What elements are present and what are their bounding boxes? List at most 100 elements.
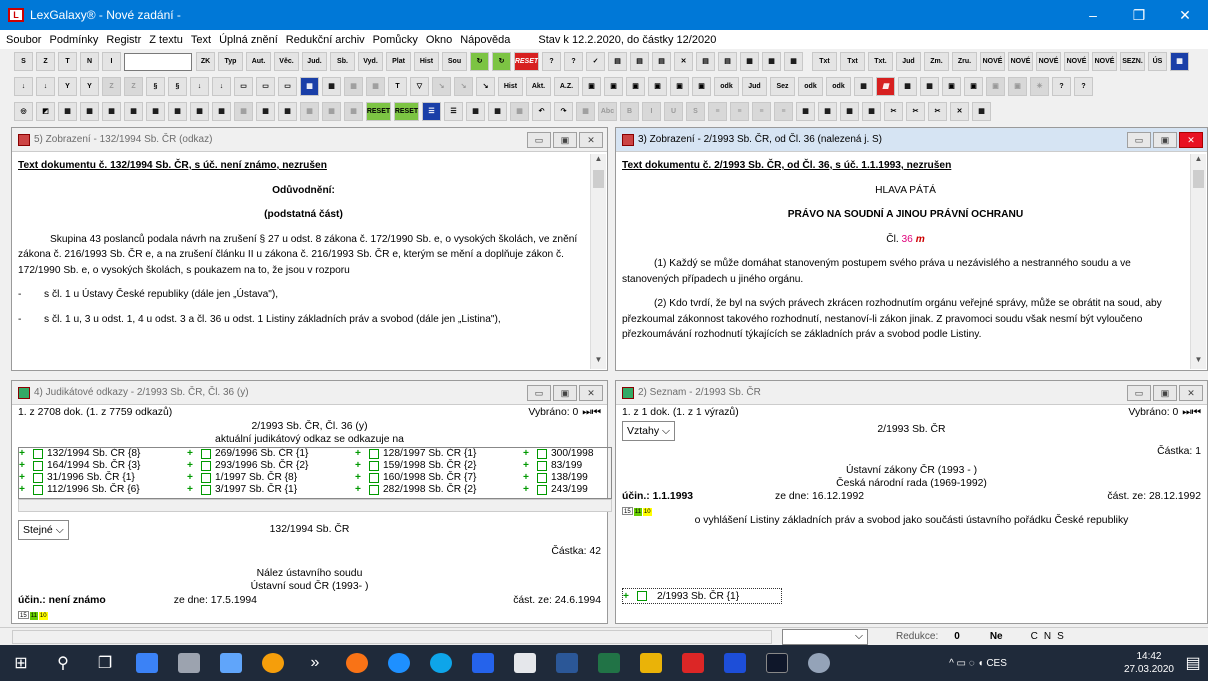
help-icon[interactable]: ? <box>542 52 561 71</box>
tool-vec-button[interactable]: Věc. <box>274 52 299 71</box>
tool-icon[interactable]: T <box>388 77 407 96</box>
tool-icon[interactable]: ▦ <box>862 102 881 121</box>
close-icon[interactable]: ✕ <box>579 132 603 148</box>
tool-icon[interactable]: T <box>58 52 77 71</box>
tool-icon[interactable]: ▦ <box>366 77 385 96</box>
tool-odk2-button[interactable]: odk <box>798 77 823 96</box>
chrome-icon[interactable] <box>255 649 291 677</box>
windows-start-icon[interactable]: ⊞ <box>3 649 39 677</box>
excel-icon[interactable] <box>591 649 627 677</box>
close-button[interactable]: ✕ <box>1162 0 1208 30</box>
tool-icon[interactable]: ▦ <box>300 102 319 121</box>
tool-icon[interactable]: Z <box>124 77 143 96</box>
strike-icon[interactable]: S <box>686 102 705 121</box>
tool-icon[interactable]: ▣ <box>648 77 667 96</box>
tool-icon[interactable]: ▦ <box>322 102 341 121</box>
tool-icon[interactable]: § <box>168 77 187 96</box>
tool-icon[interactable]: ▣ <box>582 77 601 96</box>
tool-icon[interactable]: ▤ <box>608 52 627 71</box>
notification-icon[interactable]: ▤ <box>1181 649 1205 677</box>
restore-icon[interactable]: ▣ <box>553 132 577 148</box>
prev-icon[interactable]: ⏮ <box>1192 407 1201 419</box>
grid-cell[interactable]: +1/1997 Sb. ČR {8} <box>187 472 355 484</box>
tool-icon[interactable]: ▦ <box>212 102 231 121</box>
tool-az-button[interactable]: A.Z. <box>554 77 579 96</box>
reset-button[interactable]: RESET <box>514 52 539 71</box>
tool-icon[interactable]: ▣ <box>670 77 689 96</box>
tool-jud3-button[interactable]: Jud <box>742 77 767 96</box>
tool-icon[interactable]: ✕ <box>674 52 693 71</box>
tool-icon[interactable]: ☰ <box>444 102 463 121</box>
bold-icon[interactable]: B <box>620 102 639 121</box>
grid-cell[interactable]: +282/1998 Sb. ČR {2} <box>355 484 523 496</box>
system-tray[interactable]: ^ ▭ ◌ ◖ CES <box>949 657 1007 670</box>
grid-cell[interactable]: +243/199 <box>523 484 603 496</box>
tool-icon[interactable]: ▦ <box>256 102 275 121</box>
tool-akt-button[interactable]: Akt. <box>526 77 551 96</box>
minimize-icon[interactable]: ▭ <box>527 385 551 401</box>
tool-icon[interactable]: ▦ <box>796 102 815 121</box>
tool-icon[interactable]: ☰ <box>422 102 441 121</box>
tool-icon[interactable]: ▤ <box>630 52 649 71</box>
tool-icon[interactable]: ▦ <box>898 77 917 96</box>
tool-icon[interactable]: ▦ <box>920 77 939 96</box>
tool-jud-button[interactable]: Jud. <box>302 52 327 71</box>
grid-cell[interactable]: +31/1996 Sb. ČR {1} <box>19 472 187 484</box>
tool-icon[interactable]: ✂ <box>928 102 947 121</box>
tool-icon[interactable]: ✓ <box>586 52 605 71</box>
tool-icon[interactable]: ✂ <box>884 102 903 121</box>
app-icon[interactable] <box>633 649 669 677</box>
menu-napoveda[interactable]: Nápověda <box>460 34 510 46</box>
tool-icon[interactable]: ↓ <box>14 77 33 96</box>
tool-aut-button[interactable]: Aut. <box>246 52 271 71</box>
tool-icon[interactable]: ▦ <box>80 102 99 121</box>
tool-icon[interactable]: ↘ <box>454 77 473 96</box>
tool-icon[interactable]: ▦ <box>854 77 873 96</box>
refresh-all-icon[interactable]: ↻ <box>492 52 511 71</box>
tool-icon[interactable]: Y <box>58 77 77 96</box>
tool-icon[interactable]: ▦ <box>972 102 991 121</box>
align-center-icon[interactable]: ≡ <box>730 102 749 121</box>
app-icon[interactable] <box>171 649 207 677</box>
tool-txt-button[interactable]: Txt <box>812 52 837 71</box>
tool-nove1-button[interactable]: NOVÉ <box>980 52 1005 71</box>
grid-cell[interactable]: +160/1998 Sb. ČR {7} <box>355 472 523 484</box>
tool-icon[interactable]: ✂ <box>906 102 925 121</box>
tool-icon[interactable]: Z <box>102 77 121 96</box>
ie-icon[interactable] <box>423 649 459 677</box>
tool-icon[interactable]: ▣ <box>626 77 645 96</box>
reset-a-button[interactable]: RESET <box>366 102 391 121</box>
refresh-icon[interactable]: ↻ <box>470 52 489 71</box>
tool-icon[interactable]: ▦ <box>876 77 895 96</box>
tool-icon[interactable]: ◎ <box>14 102 33 121</box>
word-icon[interactable] <box>549 649 585 677</box>
store-icon[interactable] <box>507 649 543 677</box>
tool-icon[interactable]: ▤ <box>718 52 737 71</box>
tool-icon[interactable]: ▭ <box>256 77 275 96</box>
horizontal-scrollbar[interactable] <box>18 499 612 512</box>
tool-us-button[interactable]: ÚS <box>1148 52 1167 71</box>
lexgalaxy-icon[interactable] <box>759 649 795 677</box>
tool-icon[interactable]: ▦ <box>762 52 781 71</box>
app-icon[interactable] <box>801 649 837 677</box>
menu-pomucky[interactable]: Pomůcky <box>373 34 418 46</box>
restore-icon[interactable]: ▣ <box>553 385 577 401</box>
tool-icon[interactable]: ▦ <box>344 102 363 121</box>
grid-cell[interactable]: +138/199 <box>523 472 603 484</box>
menu-text[interactable]: Text <box>191 34 211 46</box>
tool-icon[interactable]: ▦ <box>300 77 319 96</box>
menu-soubor[interactable]: Soubor <box>6 34 41 46</box>
grid-cell[interactable]: +3/1997 Sb. ČR {1} <box>187 484 355 496</box>
tool-odk-button[interactable]: odk <box>714 77 739 96</box>
tool-sou-button[interactable]: Sou <box>442 52 467 71</box>
app-icon[interactable] <box>129 649 165 677</box>
app-icon[interactable] <box>465 649 501 677</box>
grid-cell[interactable]: +159/1998 Sb. ČR {2} <box>355 460 523 472</box>
tool-icon[interactable]: ▦ <box>510 102 529 121</box>
tool-icon[interactable]: Z <box>36 52 55 71</box>
tool-icon[interactable]: ▦ <box>124 102 143 121</box>
tool-icon[interactable]: ◩ <box>36 102 55 121</box>
tool-icon[interactable]: ↘ <box>432 77 451 96</box>
tool-jud2-button[interactable]: Jud <box>896 52 921 71</box>
tool-nove2-button[interactable]: NOVÉ <box>1008 52 1033 71</box>
